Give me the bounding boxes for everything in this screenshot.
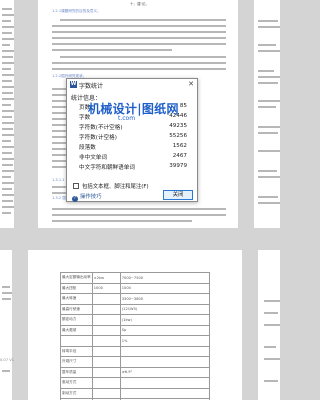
table-row: 转弯半径 <box>60 345 211 357</box>
table-cell: 制动方式 <box>60 387 93 399</box>
table-row: 最大扭矩 1000 1000 <box>60 282 211 294</box>
table-row: 制动方式 <box>60 387 211 399</box>
stat-value: 2467 <box>172 153 187 159</box>
stat-label: 中文字符和朝鲜语单词 <box>79 165 135 171</box>
stat-row-non-chinese-words: 非中文单词 2467 <box>79 153 187 161</box>
stat-value: 1562 <box>172 143 187 149</box>
watermark-sub: t.com <box>118 115 136 122</box>
table-cell: (1kw) <box>119 314 211 326</box>
page-top-left <box>0 0 14 228</box>
table-cell <box>91 293 121 305</box>
word-app-icon: W <box>70 81 77 88</box>
table-row: 最大爬坡 Sp <box>60 324 211 336</box>
table-cell: 1000 <box>91 282 121 294</box>
table-cell: 最高行驶速 <box>60 303 93 315</box>
stat-label: 字符数(计空格) <box>79 135 117 141</box>
table-row: 整车质量 ≥6.9° <box>60 366 211 378</box>
stat-row-paragraphs: 段落数 1562 <box>79 143 187 151</box>
close-icon[interactable]: ✕ <box>188 80 194 88</box>
table-cell: 最大转速 <box>60 293 93 305</box>
table-cell: 3300~3800 <box>119 293 211 305</box>
page-top-right <box>254 0 280 228</box>
dialog-title: 字数统计 <box>79 83 104 90</box>
table-cell: 整车质量 <box>60 366 93 378</box>
table-cell: 最大爬坡 <box>60 324 93 336</box>
stat-value: 39979 <box>169 163 187 169</box>
page-bottom-right <box>258 250 280 400</box>
page-heading: 十、建·论。 <box>130 2 150 6</box>
table-cell: (121W5) <box>119 303 211 315</box>
help-link[interactable]: ? 操作技巧 <box>72 192 102 202</box>
table-cell <box>91 324 121 336</box>
table-row: 最高行驶速 (121W5) <box>60 303 211 315</box>
table-cell <box>119 377 211 389</box>
margin-mark: 0.07 VC <box>0 358 15 362</box>
table-cell <box>119 387 211 399</box>
stat-value: 85 <box>179 103 187 109</box>
table-cell: Sp <box>119 324 211 336</box>
stat-value: 55256 <box>169 133 187 139</box>
close-button[interactable]: 关闭 <box>163 190 193 200</box>
table-row: 最大定额输出动率 ×2kw 7000~7500 <box>60 272 211 284</box>
table-cell <box>91 335 121 347</box>
table-cell <box>119 356 211 368</box>
table-row: 外观尺寸 <box>60 356 211 368</box>
page-bottom-main: 最大定额输出动率 ×2kw 7000~7500 最大扭矩 1000 1000 最大转速 330… <box>28 250 242 400</box>
table-cell <box>91 377 121 389</box>
stat-row-chars-no-spaces: 字符数(不计空格) 49235 <box>79 123 187 131</box>
stat-row-chinese-chars: 中文字符和朝鲜语单词 39979 <box>79 163 187 171</box>
table-cell: ×2kw <box>91 272 121 284</box>
stat-label: 段落数 <box>79 145 96 151</box>
table-cell <box>119 345 211 357</box>
include-textboxes-checkbox[interactable] <box>73 183 79 189</box>
document-viewer: 十、建·论。 1.2.1课题研究的目的及意义。 1.2.2国外研究现状， 1.3… <box>0 0 280 400</box>
table-cell: 转弯半径 <box>60 345 93 357</box>
spec-table: 最大定额输出动率 ×2kw 7000~7500 最大扭矩 1000 1000 最大转速 330… <box>60 272 211 400</box>
stat-label: 字符数(不计空格) <box>79 125 123 131</box>
table-cell <box>91 356 121 368</box>
table-cell <box>91 345 121 357</box>
table-cell: 最大定额输出动率 <box>60 272 93 284</box>
table-cell: 额定动力 <box>60 314 93 326</box>
table-cell: 外观尺寸 <box>60 356 93 368</box>
table-row: 驱动方式 <box>60 377 211 389</box>
table-cell: 驱动方式 <box>60 377 93 389</box>
page-bottom-left <box>0 250 12 400</box>
table-cell: 1% <box>119 335 211 347</box>
word-count-dialog: W 字数统计 ✕ 统计信息： 页数 85 字数 42446 字符数(不计空格) … <box>66 78 198 202</box>
table-row: 额定动力 (1kw) <box>60 314 211 326</box>
table-cell: 最大扭矩 <box>60 282 93 294</box>
include-textboxes-label[interactable]: 包括文本框、脚注和尾注(F) <box>82 182 149 190</box>
stat-row-chars-with-spaces: 字符数(计空格) 55256 <box>79 133 187 141</box>
table-cell <box>60 335 93 347</box>
table-cell: 7000~7500 <box>119 272 211 284</box>
table-cell: ≥6.9° <box>119 366 211 378</box>
help-link-label: 操作技巧 <box>80 194 102 200</box>
table-cell: 1000 <box>119 282 211 294</box>
table-cell <box>91 366 121 378</box>
dialog-titlebar[interactable]: W 字数统计 ✕ <box>67 79 197 90</box>
help-icon: ? <box>72 196 78 202</box>
table-row: 1% <box>60 335 211 347</box>
table-cell <box>91 303 121 315</box>
section-heading-1: 1.2.1课题研究的目的及意义。 <box>52 9 101 13</box>
stat-value: 49235 <box>169 123 187 129</box>
stat-label: 非中文单词 <box>79 155 107 161</box>
table-cell <box>91 387 121 399</box>
table-row: 最大转速 3300~3800 <box>60 293 211 305</box>
table-cell <box>91 314 121 326</box>
